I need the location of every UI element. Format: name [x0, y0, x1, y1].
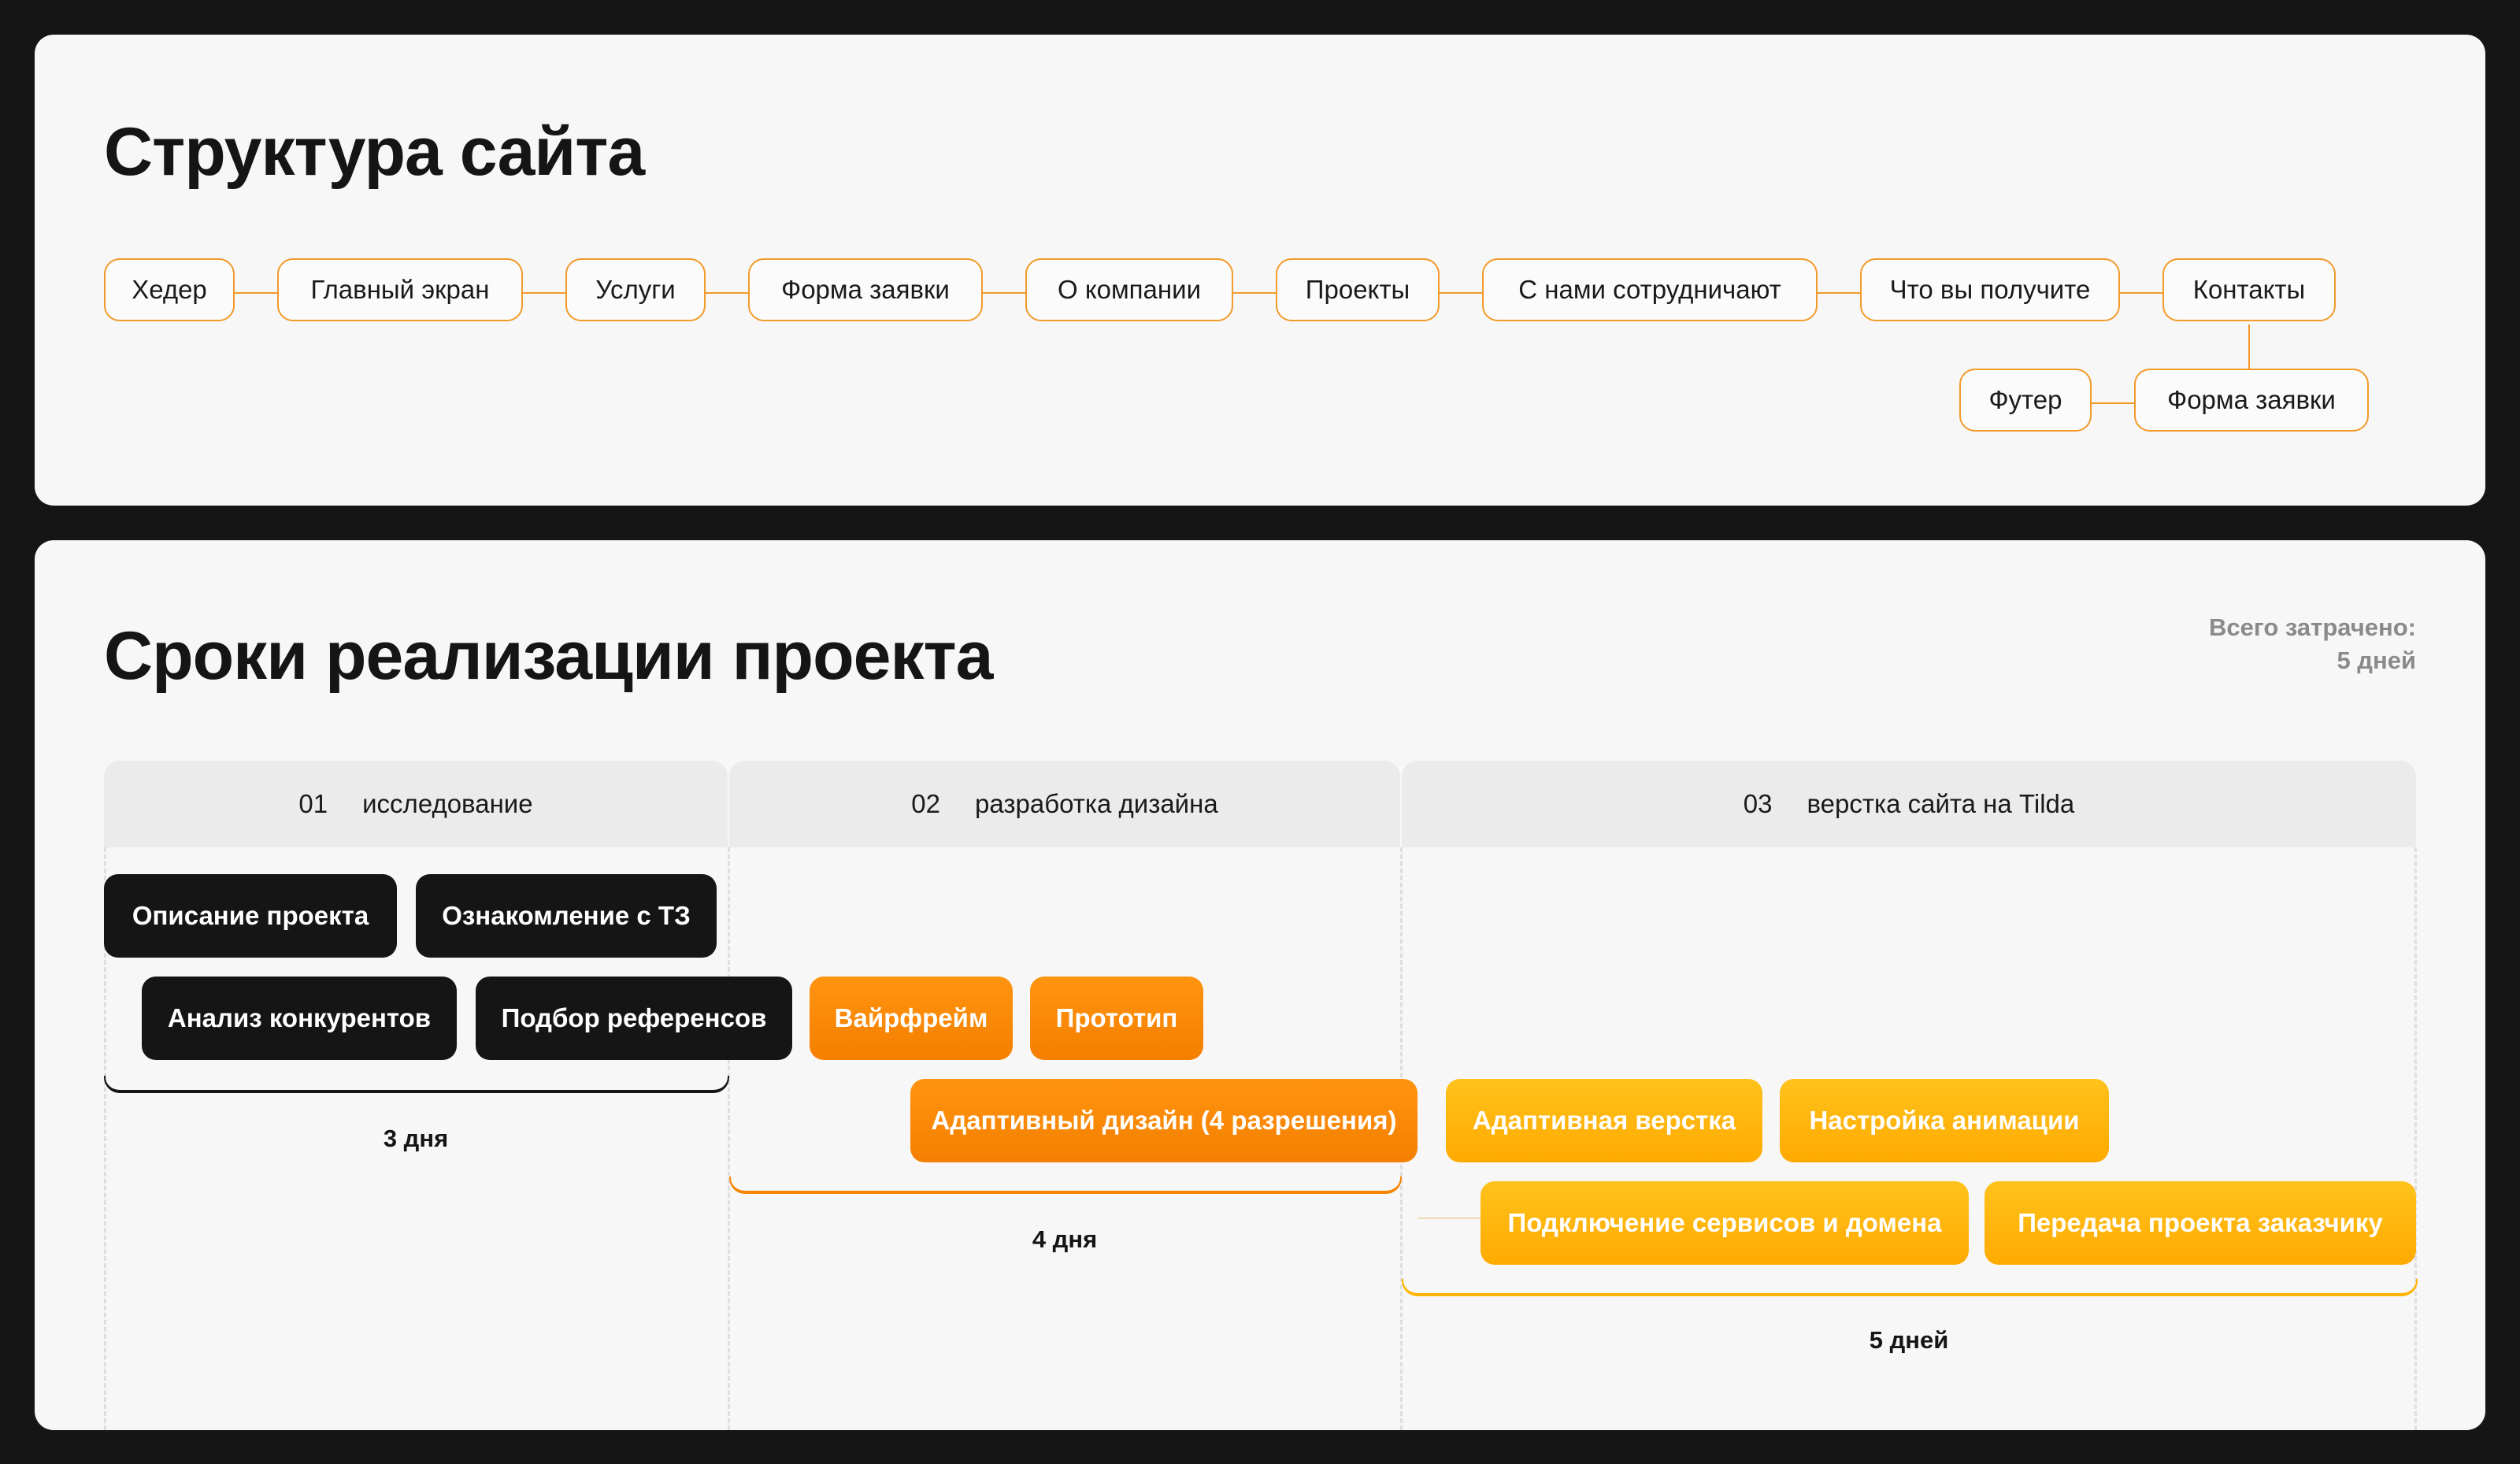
duration-dev: 5 дней	[1869, 1326, 1949, 1354]
task-prototype[interactable]: Прототип	[1030, 977, 1203, 1060]
structure-node-footer[interactable]: Футер	[1959, 369, 2092, 432]
structure-node-partners[interactable]: С нами сотрудничают	[1482, 258, 1818, 321]
total-time-label: Всего затрачено:	[2209, 613, 2416, 641]
connector	[2090, 402, 2136, 404]
structure-node-services[interactable]: Услуги	[565, 258, 706, 321]
timeline-card: Сроки реализации проекта Всего затрачено…	[35, 540, 2485, 1430]
structure-node-header[interactable]: Хедер	[104, 258, 235, 321]
phase-number: 01	[298, 789, 328, 818]
structure-node-hero[interactable]: Главный экран	[277, 258, 523, 321]
connector	[704, 292, 750, 294]
task-services-domain[interactable]: Подключение сервисов и домена	[1480, 1181, 1969, 1265]
duration-design: 4 дня	[1032, 1225, 1098, 1253]
connector	[1438, 292, 1484, 294]
structure-node-request-form-2[interactable]: Форма заявки	[2134, 369, 2369, 432]
phase-label: разработка дизайна	[975, 789, 1218, 818]
duration-research: 3 дня	[383, 1125, 449, 1152]
phase-header-design: 02 разработка дизайна	[729, 761, 1400, 847]
task-project-description[interactable]: Описание проекта	[104, 874, 397, 958]
structure-title: Структура сайта	[104, 114, 645, 190]
task-spec-review[interactable]: Ознакомление с ТЗ	[416, 874, 717, 958]
connector	[2118, 292, 2164, 294]
connector	[233, 292, 279, 294]
site-structure-card: Структура сайта Хедер Главный экран Услу…	[35, 35, 2485, 506]
duration-bracket-dev	[1402, 1279, 2418, 1296]
structure-node-about[interactable]: О компании	[1025, 258, 1233, 321]
connector	[1816, 292, 1862, 294]
column-divider	[728, 847, 730, 1430]
structure-node-request-form[interactable]: Форма заявки	[748, 258, 983, 321]
phase-label: верстка сайта на Tilda	[1807, 789, 2075, 818]
connector	[981, 292, 1027, 294]
total-time: Всего затрачено: 5 дней	[2209, 611, 2416, 677]
task-adaptive-layout[interactable]: Адаптивная верстка	[1446, 1079, 1762, 1162]
structure-node-projects[interactable]: Проекты	[1276, 258, 1440, 321]
task-adaptive-design[interactable]: Адаптивный дизайн (4 разрешения)	[910, 1079, 1418, 1162]
duration-bracket-design	[729, 1177, 1402, 1194]
structure-node-benefits[interactable]: Что вы получите	[1860, 258, 2120, 321]
task-animation-setup[interactable]: Настройка анимации	[1780, 1079, 2109, 1162]
task-wireframe[interactable]: Вайрфрейм	[810, 977, 1013, 1060]
phase-label: исследование	[362, 789, 533, 818]
task-project-handover[interactable]: Передача проекта заказчику	[1984, 1181, 2416, 1265]
connector	[521, 292, 567, 294]
timeline-title: Сроки реализации проекта	[104, 618, 993, 694]
phase-header-research: 01 исследование	[104, 761, 728, 847]
connector	[2248, 324, 2250, 370]
task-references[interactable]: Подбор референсов	[476, 977, 792, 1060]
task-competitor-analysis[interactable]: Анализ конкурентов	[142, 977, 457, 1060]
connector	[1232, 292, 1277, 294]
structure-node-contacts[interactable]: Контакты	[2162, 258, 2336, 321]
phase-header-dev: 03 верстка сайта на Tilda	[1402, 761, 2416, 847]
phase-number: 03	[1743, 789, 1773, 818]
duration-bracket-research	[104, 1076, 729, 1093]
phase-number: 02	[911, 789, 941, 818]
total-time-value: 5 дней	[2337, 647, 2416, 674]
